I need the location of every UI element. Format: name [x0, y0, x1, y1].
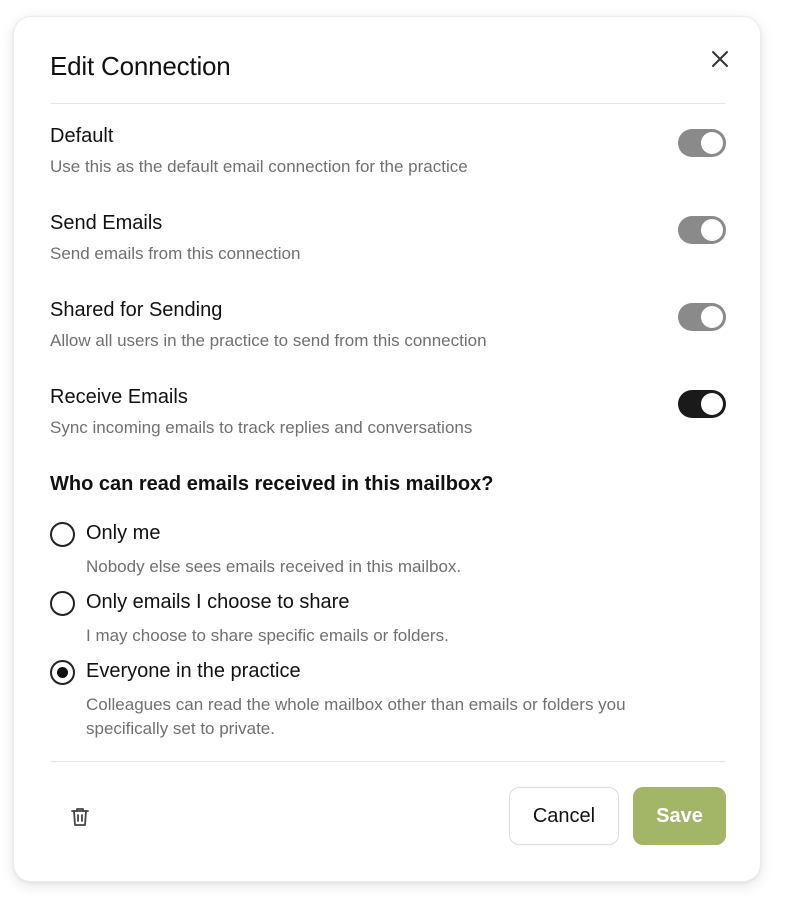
choose-to-share-radio[interactable] [50, 591, 75, 616]
only-me-radio[interactable] [50, 522, 75, 547]
radio-label[interactable]: Everyone in the practice [86, 660, 301, 683]
header-divider [50, 103, 726, 104]
setting-receive-emails: Receive Emails Sync incoming emails to t… [50, 386, 726, 446]
setting-shared-for-sending: Shared for Sending Allow all users in th… [50, 299, 726, 359]
setting-label: Default [50, 125, 114, 147]
setting-send-emails: Send Emails Send emails from this connec… [50, 212, 726, 272]
footer-divider [50, 761, 726, 762]
setting-description: Sync incoming emails to track replies an… [50, 418, 473, 437]
toggle-knob [701, 219, 723, 241]
receive-emails-toggle[interactable] [678, 390, 726, 418]
toggle-knob [701, 306, 723, 328]
setting-label: Send Emails [50, 212, 163, 234]
close-icon [712, 51, 728, 67]
cancel-button[interactable]: Cancel [509, 787, 619, 845]
default-toggle[interactable] [678, 129, 726, 157]
setting-description: Use this as the default email connection… [50, 157, 468, 176]
everyone-radio[interactable] [50, 660, 75, 685]
setting-default: Default Use this as the default email co… [50, 125, 726, 185]
edit-connection-dialog: Edit Connection Default Use this as the … [13, 16, 761, 882]
setting-description: Allow all users in the practice to send … [50, 331, 487, 350]
delete-connection-button[interactable] [68, 805, 92, 829]
shared-for-sending-toggle[interactable] [678, 303, 726, 331]
dialog-title: Edit Connection [50, 51, 231, 81]
radio-description: Colleagues can read the whole mailbox ot… [86, 695, 626, 738]
setting-label: Receive Emails [50, 386, 188, 408]
setting-label: Shared for Sending [50, 299, 223, 321]
radio-label[interactable]: Only me [86, 522, 160, 545]
read-access-question: Who can read emails received in this mai… [50, 473, 494, 495]
close-button[interactable] [708, 47, 732, 71]
send-emails-toggle[interactable] [678, 216, 726, 244]
toggle-knob [701, 393, 723, 415]
trash-icon [71, 808, 89, 826]
radio-description: I may choose to share specific emails or… [86, 626, 449, 645]
setting-description: Send emails from this connection [50, 244, 301, 263]
save-button[interactable]: Save [633, 787, 726, 845]
radio-selected-dot [57, 667, 68, 678]
toggle-knob [701, 132, 723, 154]
radio-label[interactable]: Only emails I choose to share [86, 591, 349, 614]
radio-description: Nobody else sees emails received in this… [86, 557, 462, 576]
